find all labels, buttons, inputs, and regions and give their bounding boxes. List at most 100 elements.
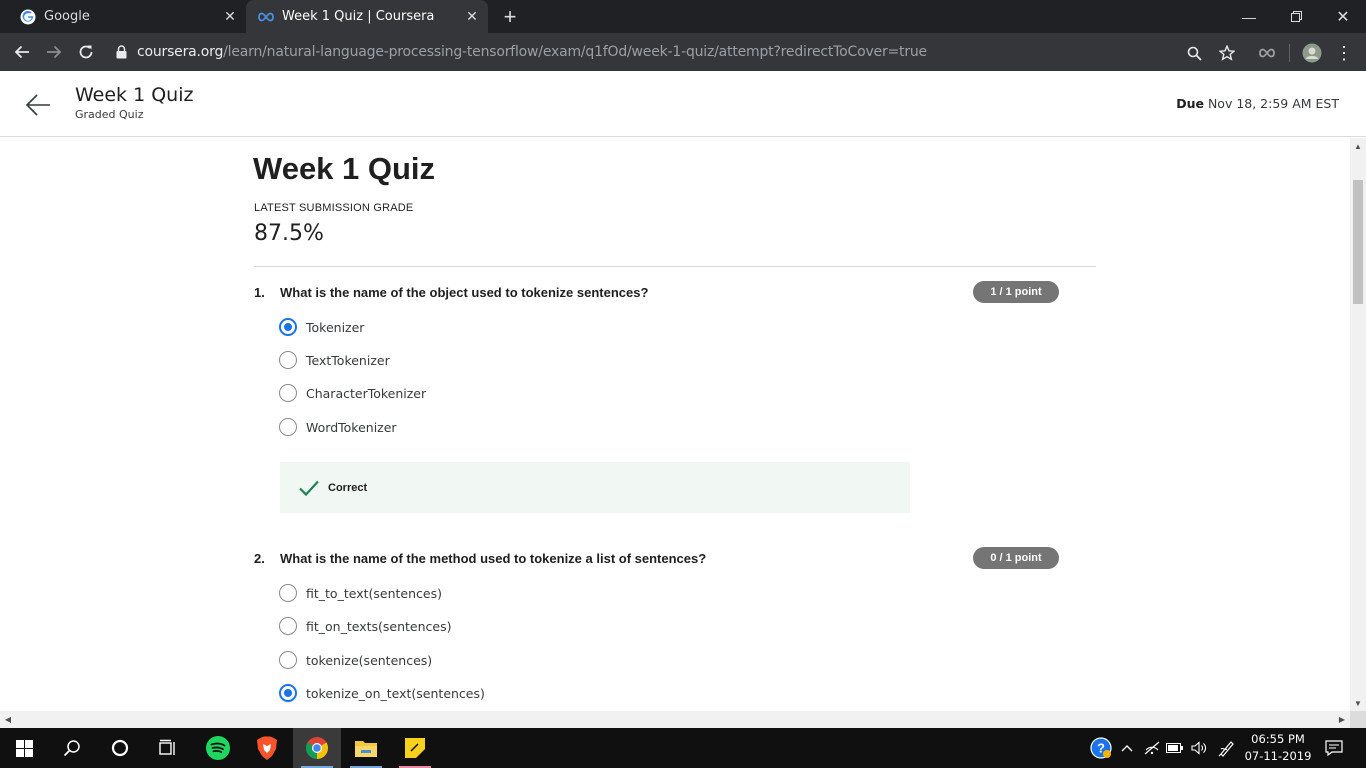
question-text: What is the name of the object used to t… — [280, 285, 649, 300]
scroll-right-icon[interactable]: ▶ — [1334, 711, 1350, 727]
header-subtitle: Graded Quiz — [75, 108, 144, 121]
back-arrow-icon[interactable] — [24, 91, 52, 119]
notifications-icon[interactable] — [1320, 728, 1348, 768]
cortana-circle-icon[interactable] — [96, 728, 144, 768]
grade-label: LATEST SUBMISSION GRADE — [254, 202, 414, 214]
option-label: WordTokenizer — [306, 419, 397, 435]
checkmark-icon — [298, 477, 320, 499]
feedback-text: Correct — [328, 481, 368, 494]
battery-icon[interactable] — [1164, 728, 1186, 768]
divider — [254, 266, 1096, 267]
coursera-infinity-icon — [258, 9, 274, 25]
sticky-notes-icon[interactable] — [391, 728, 439, 768]
browser-toolbar: coursera.org/learn/natural-language-proc… — [0, 33, 1366, 71]
menu-dots-icon[interactable]: ⋮ — [1333, 42, 1355, 64]
lock-icon — [116, 45, 127, 59]
bookmark-star-icon[interactable] — [1216, 42, 1238, 64]
forward-icon[interactable] — [41, 39, 67, 65]
back-icon[interactable] — [9, 39, 35, 65]
quiz-header: Week 1 Quiz Graded Quiz Due Nov 18, 2:59… — [0, 71, 1366, 137]
restore-icon[interactable] — [1273, 0, 1319, 33]
url-host: coursera.org — [137, 44, 224, 60]
points-badge: 0 / 1 point — [973, 547, 1059, 569]
radio-button[interactable] — [279, 684, 297, 702]
zoom-icon[interactable] — [1183, 42, 1205, 64]
reload-icon[interactable] — [73, 39, 99, 65]
help-icon[interactable]: ? — [1088, 728, 1114, 768]
close-icon[interactable]: ✕ — [462, 9, 482, 25]
option-tokenize[interactable]: tokenize(sentences) — [279, 650, 432, 670]
option-tokenize-on-text[interactable]: tokenize_on_text(sentences) — [279, 683, 485, 703]
tab-google[interactable]: Google ✕ — [8, 0, 246, 33]
option-fit-to-text[interactable]: fit_to_text(sentences) — [279, 583, 442, 603]
tab-title: Week 1 Quiz | Coursera — [282, 9, 435, 24]
option-tokenizer[interactable]: Tokenizer — [279, 317, 364, 337]
grade-value: 87.5% — [254, 221, 324, 246]
horizontal-scrollbar[interactable]: ◀ ▶ — [0, 711, 1350, 728]
windows-start-icon[interactable] — [0, 728, 48, 768]
scroll-up-icon[interactable]: ▲ — [1350, 138, 1366, 154]
scrollbar-corner — [1350, 711, 1366, 728]
brave-browser-icon[interactable] — [243, 728, 291, 768]
pen-workspace-icon[interactable] — [1216, 728, 1238, 768]
clock-time: 06:55 PM — [1251, 732, 1305, 746]
radio-button[interactable] — [279, 584, 297, 602]
question-number: 1. — [254, 285, 265, 300]
radio-button[interactable] — [279, 384, 297, 402]
page-title: Week 1 Quiz — [253, 151, 436, 186]
extension-coursera-icon[interactable] — [1256, 42, 1278, 64]
taskbar: ? 06:55 PM 07-11-2019 — [0, 728, 1366, 768]
option-label: CharacterTokenizer — [306, 385, 427, 401]
quiz-content: Week 1 Quiz LATEST SUBMISSION GRADE 87.5… — [0, 138, 1350, 711]
header-title: Week 1 Quiz — [75, 84, 194, 106]
system-clock[interactable]: 06:55 PM 07-11-2019 — [1244, 731, 1312, 765]
url-path: /learn/natural-language-processing-tenso… — [223, 44, 927, 60]
radio-button[interactable] — [279, 651, 297, 669]
option-label: tokenize(sentences) — [306, 652, 433, 668]
search-icon[interactable] — [48, 728, 96, 768]
option-charactertokenizer[interactable]: CharacterTokenizer — [279, 383, 426, 403]
due-date: Due Nov 18, 2:59 AM EST — [1176, 96, 1339, 111]
profile-avatar-icon[interactable] — [1301, 42, 1323, 64]
task-view-icon[interactable] — [144, 728, 192, 768]
option-label: fit_on_texts(sentences) — [306, 618, 452, 634]
radio-button[interactable] — [279, 318, 297, 336]
file-explorer-icon[interactable] — [342, 728, 390, 768]
option-label: fit_to_text(sentences) — [306, 585, 442, 601]
toolbar-separator — [1289, 44, 1290, 62]
address-bar[interactable]: coursera.org/learn/natural-language-proc… — [108, 38, 1248, 66]
clock-date: 07-11-2019 — [1244, 749, 1312, 763]
scroll-left-icon[interactable]: ◀ — [0, 711, 16, 727]
tab-title: Google — [44, 9, 90, 24]
window-close-icon[interactable]: ✕ — [1320, 0, 1366, 33]
vertical-scrollbar[interactable]: ▲ ▼ — [1350, 138, 1366, 711]
feedback-box: Correct — [280, 462, 910, 513]
points-badge: 1 / 1 point — [973, 281, 1059, 303]
option-fit-on-texts[interactable]: fit_on_texts(sentences) — [279, 616, 452, 636]
radio-button[interactable] — [279, 351, 297, 369]
chrome-icon[interactable] — [293, 728, 341, 768]
due-label: Due — [1176, 96, 1204, 111]
option-wordtokenizer[interactable]: WordTokenizer — [279, 417, 397, 437]
volume-icon[interactable] — [1188, 728, 1210, 768]
spotify-icon[interactable] — [194, 728, 242, 768]
due-value: Nov 18, 2:59 AM EST — [1207, 96, 1339, 111]
scroll-down-icon[interactable]: ▼ — [1350, 695, 1366, 711]
option-texttokenizer[interactable]: TextTokenizer — [279, 350, 390, 370]
question-number: 2. — [254, 551, 265, 566]
radio-button[interactable] — [279, 418, 297, 436]
scrollbar-thumb[interactable] — [1353, 180, 1363, 304]
question-text: What is the name of the method used to t… — [280, 551, 707, 566]
tab-coursera[interactable]: Week 1 Quiz | Coursera ✕ — [246, 0, 488, 33]
google-g-icon — [20, 9, 36, 25]
new-tab-plus-icon[interactable]: + — [498, 4, 522, 30]
option-label: tokenize_on_text(sentences) — [306, 685, 485, 701]
option-label: TextTokenizer — [306, 352, 390, 368]
option-label: Tokenizer — [306, 319, 365, 335]
wifi-icon[interactable] — [1141, 728, 1163, 768]
browser-tab-strip: Google ✕ Week 1 Quiz | Coursera ✕ + — ✕ — [0, 0, 1366, 33]
close-icon[interactable]: ✕ — [220, 9, 240, 25]
minimize-icon[interactable]: — — [1226, 0, 1272, 33]
chevron-up-icon[interactable] — [1118, 728, 1136, 768]
radio-button[interactable] — [279, 617, 297, 635]
